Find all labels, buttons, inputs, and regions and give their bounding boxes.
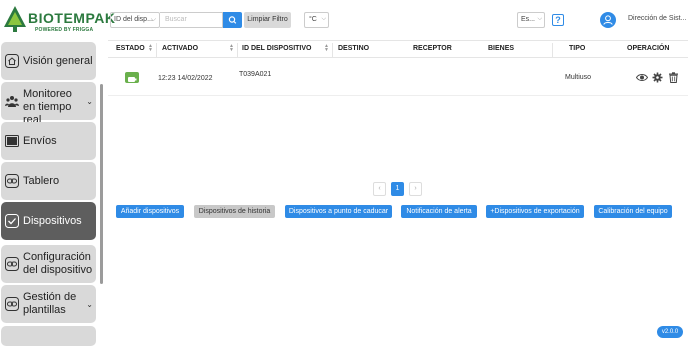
sidebar-item-partial[interactable] [1, 326, 96, 346]
user-avatar[interactable] [600, 12, 616, 28]
status-badge [125, 72, 139, 83]
expiring-devices-button[interactable]: Dispositivos a punto de caducar [285, 205, 392, 218]
column-divider [552, 43, 553, 57]
chevron-down-icon: ⌵ [537, 16, 542, 22]
chevron-down-icon: ⌄ [86, 300, 93, 309]
column-header-operation: OPERACIÓN [627, 45, 670, 52]
gear-icon[interactable] [652, 72, 663, 83]
sort-icon[interactable]: ▲ ▼ [324, 44, 329, 53]
link-icon [5, 297, 19, 311]
column-header-status[interactable]: ESTADO [116, 45, 145, 52]
column-divider [332, 43, 333, 57]
search-icon [228, 16, 237, 24]
top-bar: BIOTEMPAK POWERED BY FRIGGA ID del disp.… [0, 0, 688, 40]
sidebar-item-template-management[interactable]: Gestión de plantillas ⌄ [1, 285, 96, 323]
column-header-type: TIPO [569, 45, 586, 52]
alert-notification-button[interactable]: Notificación de alerta [401, 205, 477, 218]
group-icon [5, 96, 19, 107]
column-header-destination: DESTINO [338, 45, 370, 52]
logo-tagline: POWERED BY FRIGGA [35, 27, 94, 33]
column-header-receiver: RECEPTOR [413, 45, 452, 52]
folder-icon [5, 135, 19, 147]
chevron-down-icon: ⌄ [86, 97, 93, 106]
link-icon [5, 257, 19, 271]
filter-field-select[interactable]: ID del disp... ⌵ [110, 12, 160, 28]
column-header-activated[interactable]: ACTIVADO [162, 45, 198, 52]
activated-cell: 12:23 14/02/2022 [158, 75, 213, 82]
logo-tree-icon [4, 6, 26, 32]
next-page-button[interactable]: › [409, 182, 422, 196]
sidebar-item-devices[interactable]: Dispositivos [1, 202, 96, 240]
help-icon[interactable]: ? [552, 14, 564, 26]
sort-icon[interactable]: ▲ ▼ [229, 44, 234, 53]
type-cell: Multiuso [565, 74, 592, 81]
page-button-current[interactable]: 1 [391, 182, 404, 196]
sidebar-scrollbar[interactable] [100, 84, 103, 284]
logo-wordmark: BIOTEMPAK [28, 10, 116, 26]
sidebar-item-realtime-monitoring[interactable]: Monitoreo en tiempo real ⌄ [1, 82, 96, 126]
eye-icon[interactable] [636, 72, 648, 83]
add-devices-button[interactable]: Añadir dispositivos [116, 205, 184, 218]
column-divider [156, 43, 157, 57]
devices-table-header: ESTADO ▲ ▼ ACTIVADO ▲ ▼ ID DEL DISPOSITIVO… [108, 40, 688, 58]
sidebar-item-dashboard[interactable]: Tablero [1, 162, 96, 200]
language-select[interactable]: Es... ⌵ [517, 12, 545, 28]
device-id-cell[interactable]: T039A021 [239, 71, 271, 78]
device-online-icon [128, 77, 137, 82]
home-icon [5, 54, 19, 68]
link-icon [5, 174, 19, 188]
equipment-calibration-button[interactable]: Calibración del equipo [594, 205, 672, 218]
trash-icon[interactable] [668, 72, 679, 83]
column-divider [237, 43, 238, 57]
user-icon [603, 15, 613, 25]
version-badge: v2.0.0 [657, 326, 683, 338]
prev-page-button[interactable]: ‹ [373, 182, 386, 196]
sidebar-item-device-configuration[interactable]: Configuración del dispositivo [1, 245, 96, 283]
chevron-down-icon: ⌵ [150, 16, 156, 23]
search-button[interactable] [223, 12, 242, 28]
chevron-down-icon: ⌵ [321, 16, 326, 22]
table-row[interactable]: 12:23 14/02/2022 T039A021 Multiuso [108, 59, 688, 96]
search-input[interactable]: Buscar [160, 12, 223, 28]
clear-filter-button[interactable]: Limpiar Filtro [244, 12, 291, 28]
sidebar-item-overview[interactable]: Visión general [1, 42, 96, 80]
sidebar: Visión general Monitoreo en tiempo real … [0, 40, 104, 346]
export-devices-button[interactable]: +Dispositivos de exportación [486, 205, 584, 218]
device-history-button[interactable]: Dispositivos de historia [194, 205, 275, 218]
company-name[interactable]: Dirección de Sist... [628, 15, 686, 22]
sidebar-item-shipments[interactable]: Envíos [1, 122, 96, 160]
column-header-goods: BIENES [488, 45, 515, 52]
column-header-device-id[interactable]: ID DEL DISPOSITIVO [242, 45, 312, 52]
biotempak-logo[interactable]: BIOTEMPAK POWERED BY FRIGGA [2, 5, 115, 35]
check-icon [5, 214, 19, 228]
temperature-unit-select[interactable]: °C ⌵ [304, 12, 329, 28]
sort-icon[interactable]: ▲ ▼ [148, 44, 153, 53]
